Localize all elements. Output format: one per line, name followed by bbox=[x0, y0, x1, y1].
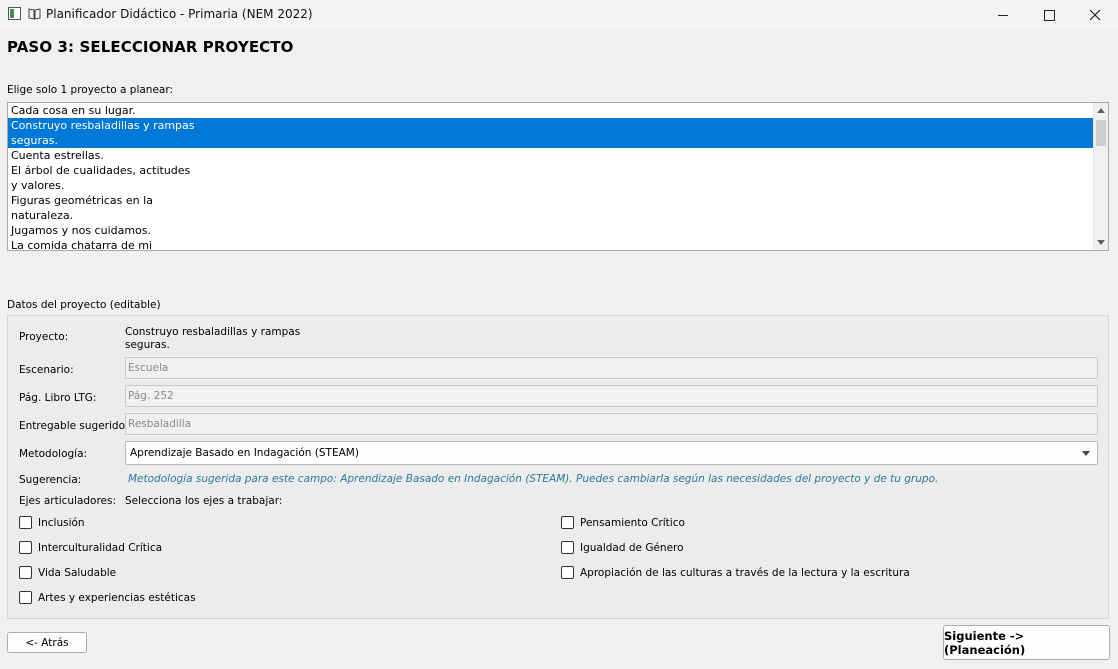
app-icon[interactable] bbox=[8, 7, 21, 20]
project-data-group: Proyecto: Construyo resbaladillas y ramp… bbox=[7, 315, 1109, 619]
close-button[interactable] bbox=[1072, 0, 1118, 30]
close-icon bbox=[1089, 9, 1101, 21]
checkbox-label: Interculturalidad Crítica bbox=[38, 541, 163, 554]
checkbox-icon[interactable] bbox=[19, 541, 32, 554]
deliverable-label: Entregable sugerido: bbox=[19, 420, 129, 432]
axes-label: Ejes articuladores: bbox=[19, 495, 117, 507]
scenario-field[interactable]: Escuela bbox=[125, 357, 1098, 379]
project-value: Construyo resbaladillas y rampas seguras… bbox=[125, 326, 301, 351]
maximize-button[interactable] bbox=[1026, 0, 1072, 30]
methodology-label: Metodología: bbox=[19, 448, 88, 460]
list-scrollbar[interactable] bbox=[1093, 103, 1108, 250]
checkbox-igualdad-genero[interactable]: Igualdad de Género bbox=[561, 541, 684, 554]
page-field[interactable]: Pág. 252 bbox=[125, 385, 1098, 407]
checkbox-icon[interactable] bbox=[561, 516, 574, 529]
suggestion-text: Metodología sugerida para este campo: Ap… bbox=[128, 473, 939, 485]
title-bar: Planificador Didáctico - Primaria (NEM 2… bbox=[0, 0, 1118, 30]
checkbox-label: Vida Saludable bbox=[38, 566, 117, 579]
list-item[interactable]: La comida chatarra de mi bbox=[8, 238, 1094, 250]
checkbox-label: Inclusión bbox=[38, 516, 85, 529]
page-title: PASO 3: SELECCIONAR PROYECTO bbox=[7, 38, 294, 56]
scenario-label: Escenario: bbox=[19, 364, 74, 376]
deliverable-field[interactable]: Resbaladilla bbox=[125, 413, 1098, 435]
checkbox-label: Artes y experiencias estéticas bbox=[38, 591, 196, 604]
axes-hint: Selecciona los ejes a trabajar: bbox=[125, 495, 283, 507]
methodology-select[interactable]: Aprendizaje Basado en Indagación (STEAM) bbox=[125, 441, 1098, 465]
window-title: Planificador Didáctico - Primaria (NEM 2… bbox=[46, 7, 313, 21]
checkbox-pensamiento-critico[interactable]: Pensamiento Crítico bbox=[561, 516, 685, 529]
checkbox-interculturalidad[interactable]: Interculturalidad Crítica bbox=[19, 541, 162, 554]
checkbox-label: Apropiación de las culturas a través de … bbox=[580, 566, 910, 579]
list-item[interactable]: Cuenta estrellas. bbox=[8, 148, 1094, 163]
book-icon bbox=[28, 8, 41, 20]
scroll-down-icon[interactable] bbox=[1097, 240, 1105, 245]
checkbox-artes[interactable]: Artes y experiencias estéticas bbox=[19, 591, 196, 604]
checkbox-apropiacion-culturas[interactable]: Apropiación de las culturas a través de … bbox=[561, 566, 910, 579]
page-label: Pág. Libro LTG: bbox=[19, 392, 97, 404]
project-data-label: Datos del proyecto (editable) bbox=[7, 299, 161, 311]
list-item-selected[interactable]: Construyo resbaladillas y rampas seguras… bbox=[8, 118, 1094, 148]
checkbox-icon[interactable] bbox=[561, 566, 574, 579]
list-item[interactable]: El árbol de cualidades, actitudes y valo… bbox=[8, 163, 1094, 193]
checkbox-vida-saludable[interactable]: Vida Saludable bbox=[19, 566, 116, 579]
minimize-button[interactable] bbox=[980, 0, 1026, 30]
checkbox-label: Igualdad de Género bbox=[580, 541, 684, 554]
next-button[interactable]: Siguiente -> (Planeación) bbox=[943, 625, 1110, 660]
minimize-icon bbox=[998, 14, 1008, 16]
scroll-thumb[interactable] bbox=[1096, 120, 1106, 146]
checkbox-icon[interactable] bbox=[561, 541, 574, 554]
project-label: Proyecto: bbox=[19, 331, 69, 343]
maximize-icon bbox=[1043, 9, 1055, 21]
checkbox-icon[interactable] bbox=[19, 591, 32, 604]
checkbox-inclusion[interactable]: Inclusión bbox=[19, 516, 85, 529]
back-button[interactable]: <- Atrás bbox=[7, 632, 87, 653]
list-item[interactable]: Jugamos y nos cuidamos. bbox=[8, 223, 1094, 238]
scroll-up-icon[interactable] bbox=[1097, 108, 1105, 113]
project-listbox[interactable]: Cada cosa en su lugar. Construyo resbala… bbox=[7, 102, 1109, 251]
chevron-down-icon bbox=[1082, 451, 1090, 456]
checkbox-icon[interactable] bbox=[19, 516, 32, 529]
suggestion-label: Sugerencia: bbox=[19, 474, 82, 486]
checkbox-label: Pensamiento Crítico bbox=[580, 516, 685, 529]
checkbox-icon[interactable] bbox=[19, 566, 32, 579]
methodology-value: Aprendizaje Basado en Indagación (STEAM) bbox=[130, 447, 359, 459]
project-list-items: Cada cosa en su lugar. Construyo resbala… bbox=[8, 103, 1094, 250]
list-item[interactable]: Cada cosa en su lugar. bbox=[8, 103, 1094, 118]
project-list-label: Elige solo 1 proyecto a planear: bbox=[7, 84, 174, 96]
list-item[interactable]: Figuras geométricas en la naturaleza. bbox=[8, 193, 1094, 223]
